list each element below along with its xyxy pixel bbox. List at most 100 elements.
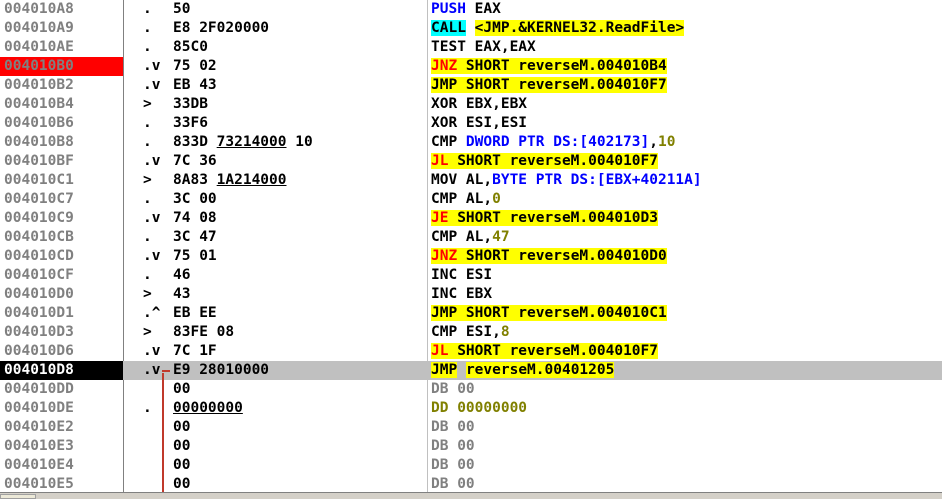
address-cell: 004010D0: [4, 286, 74, 302]
hex-bytes: 50: [173, 1, 191, 17]
breakpoint-address: 004010B0: [0, 57, 123, 76]
instruction-text: CMP AL,0: [431, 191, 501, 207]
disassembly-row[interactable]: 004010B4 >33DB XOR EBX,EBX: [0, 95, 942, 114]
disassembly-row[interactable]: 004010CD .v 75 01 JNZ SHORT reverseM.004010…: [0, 247, 942, 266]
current-instruction-row[interactable]: 004010D8 .v E9 28010000 JMP reverseM.004012…: [0, 361, 942, 380]
disassembly-row[interactable]: 004010DD 00 DB 00: [0, 380, 942, 399]
flow-marker: .v: [143, 248, 161, 264]
hex-bytes: 8A83 1A214000: [173, 172, 287, 188]
address-cell: 004010E4: [4, 457, 74, 473]
instruction-text: JNZ SHORT reverseM.004010D0: [431, 248, 667, 264]
disassembly-pane[interactable]: 004010A8. 50 PUSH EAX 004010A9. E8 2F020000 C…: [0, 0, 942, 492]
instruction-text: JL SHORT reverseM.004010F7: [431, 343, 658, 359]
flow-marker: .v: [143, 153, 161, 169]
disassembly-row[interactable]: 004010C9 .v 74 08 JE SHORT reverseM.004010D…: [0, 209, 942, 228]
flow-marker: >: [143, 324, 152, 340]
flow-marker: >: [143, 172, 152, 188]
instruction-text: TEST EAX,EAX: [431, 39, 536, 55]
address-cell: 004010A8: [4, 1, 74, 17]
address-cell: 004010D6: [4, 343, 74, 359]
instruction-text: JMP SHORT reverseM.004010F7: [431, 77, 667, 93]
instruction-text: JNZ SHORT reverseM.004010B4: [431, 58, 667, 74]
instruction-text: CMP ESI,8: [431, 324, 510, 340]
hex-bytes: 33DB: [173, 96, 208, 112]
disassembly-row[interactable]: 004010B6. 33F6 XOR ESI,ESI: [0, 114, 942, 133]
disassembly-row[interactable]: 004010D3 >83FE 08 CMP ESI,8: [0, 323, 942, 342]
hex-bytes: 00: [173, 438, 191, 454]
address-cell: 004010CB: [4, 229, 74, 245]
address-cell: 004010B4: [4, 96, 74, 112]
disassembly-row[interactable]: 004010E2 00 DB 00: [0, 418, 942, 437]
hex-bytes: E8 2F020000: [173, 20, 270, 36]
hex-bytes: 00: [173, 457, 191, 473]
disassembly-row[interactable]: 004010D6 .v 7C 1F JL SHORT reverseM.004010F…: [0, 342, 942, 361]
disassembly-row[interactable]: 004010CB. 3C 47 CMP AL,47: [0, 228, 942, 247]
address-cell: 004010E2: [4, 419, 74, 435]
disassembly-row[interactable]: 004010B8. 833D 73214000 10 CMP DWORD PTR D…: [0, 133, 942, 152]
instruction-text: XOR ESI,ESI: [431, 115, 528, 131]
instruction-text: XOR EBX,EBX: [431, 96, 528, 112]
hex-bytes: 75 02: [173, 58, 217, 74]
disassembly-row[interactable]: 004010A8. 50 PUSH EAX: [0, 0, 942, 19]
disassembly-row[interactable]: 004010DE. 00000000 DD 00000000: [0, 399, 942, 418]
instruction-text: INC EBX: [431, 286, 493, 302]
flow-marker: .: [143, 134, 152, 150]
disassembly-rows: 004010A8. 50 PUSH EAX 004010A9. E8 2F020000 C…: [0, 0, 942, 494]
flow-marker: .: [143, 1, 152, 17]
disassembly-row[interactable]: 004010E3 00 DB 00: [0, 437, 942, 456]
address-cell: 004010B6: [4, 115, 74, 131]
jump-arrow-head: [162, 370, 170, 372]
disassembly-row[interactable]: 004010D0 >43 INC EBX: [0, 285, 942, 304]
hex-bytes: 00000000: [173, 400, 243, 416]
hex-bytes: EB EE: [173, 305, 217, 321]
flow-marker: .: [143, 267, 152, 283]
instruction-text: JMP reverseM.00401205: [431, 362, 615, 378]
address-cell: 004010B8: [4, 134, 74, 150]
instruction-text: PUSH EAX: [431, 1, 501, 17]
disassembly-row[interactable]: 004010D1 .^ EB EE JMP SHORT reverseM.004010…: [0, 304, 942, 323]
instruction-text: DB 00: [431, 457, 475, 473]
hex-bytes: 3C 47: [173, 229, 217, 245]
address-cell: 004010DD: [4, 381, 74, 397]
disassembly-row[interactable]: 004010AE. 85C0 TEST EAX,EAX: [0, 38, 942, 57]
instruction-text: INC ESI: [431, 267, 493, 283]
disassembly-row[interactable]: 004010A9. E8 2F020000 CALL <JMP.&KERNEL32.…: [0, 19, 942, 38]
address-cell: 004010CD: [4, 248, 74, 264]
flow-marker: .v: [143, 343, 161, 359]
flow-marker: >: [143, 286, 152, 302]
disassembly-row[interactable]: 004010E4 00 DB 00: [0, 456, 942, 475]
disassembly-row[interactable]: 004010B2 .v EB 43 JMP SHORT reverseM.004010…: [0, 76, 942, 95]
address-cell: 004010B2: [4, 77, 74, 93]
hex-bytes: 33F6: [173, 115, 208, 131]
hex-bytes: 83FE 08: [173, 324, 235, 340]
hex-bytes: 00: [173, 381, 191, 397]
disassembly-row[interactable]: 004010B0 .v 75 02 JNZ SHORT reverseM.004010…: [0, 57, 942, 76]
hex-bytes: E9 28010000: [173, 362, 270, 378]
hex-bytes: 74 08: [173, 210, 217, 226]
address-cell: 004010C1: [4, 172, 74, 188]
horizontal-scrollbar[interactable]: [0, 492, 942, 499]
hex-bytes: 7C 1F: [173, 343, 217, 359]
disassembly-row[interactable]: 004010CF. 46 INC ESI: [0, 266, 942, 285]
instruction-text: JMP SHORT reverseM.004010C1: [431, 305, 667, 321]
instruction-text: DB 00: [431, 381, 475, 397]
disassembly-row[interactable]: 004010C7. 3C 00 CMP AL,0: [0, 190, 942, 209]
instruction-text: CALL <JMP.&KERNEL32.ReadFile>: [431, 20, 685, 36]
disassembly-row[interactable]: 004010BF .v 7C 36 JL SHORT reverseM.004010F…: [0, 152, 942, 171]
flow-marker: .v: [143, 77, 161, 93]
flow-marker: .v: [143, 210, 161, 226]
address-cell: 004010C7: [4, 191, 74, 207]
disassembly-row[interactable]: 004010C1 >8A83 1A214000 MOV AL,BYTE PTR DS…: [0, 171, 942, 190]
jump-arrow-line: [162, 373, 164, 492]
instruction-text: CMP DWORD PTR DS:[402173],10: [431, 134, 676, 150]
address-cell: 004010D3: [4, 324, 74, 340]
flow-marker: .: [143, 20, 152, 36]
hex-bytes: EB 43: [173, 77, 217, 93]
hex-bytes: 75 01: [173, 248, 217, 264]
instruction-text: DB 00: [431, 438, 475, 454]
hex-bytes: 833D 73214000 10: [173, 134, 313, 150]
address-cell: 004010CF: [4, 267, 74, 283]
hex-bytes: 46: [173, 267, 191, 283]
flow-marker: .: [143, 115, 152, 131]
scrollbar-thumb[interactable]: [0, 494, 36, 499]
